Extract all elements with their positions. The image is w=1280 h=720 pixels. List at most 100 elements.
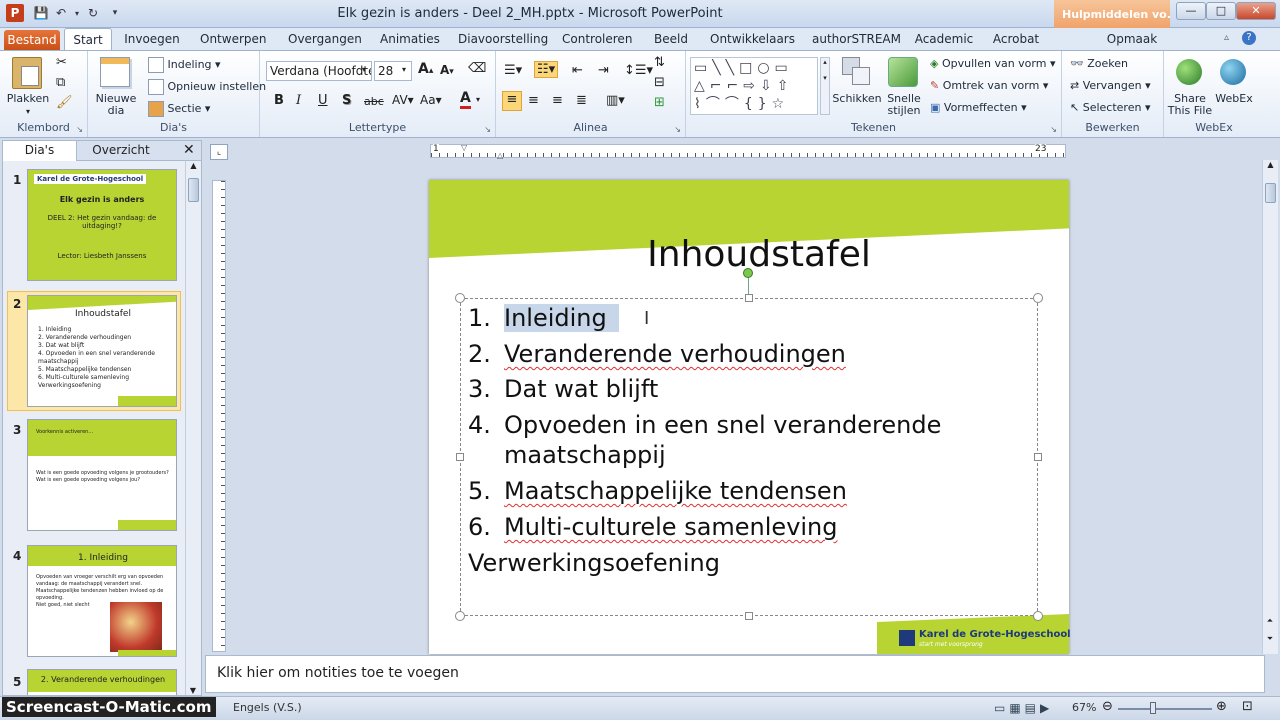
next-slide-icon[interactable]: ⏷ bbox=[1263, 634, 1277, 644]
resize-handle-t[interactable] bbox=[745, 294, 753, 302]
close-panel-icon[interactable]: ✕ bbox=[183, 142, 195, 158]
shape-outline-button[interactable]: ✎ Omtrek van vorm ▾ bbox=[930, 79, 1048, 92]
zoom-out-icon[interactable]: ⊖ bbox=[1102, 699, 1113, 714]
reset-button[interactable]: Opnieuw instellen bbox=[148, 79, 266, 95]
list-item[interactable]: 5. Maatschappelijke tendensen bbox=[468, 476, 847, 506]
bullets-icon[interactable]: ☰▾ bbox=[504, 63, 522, 78]
webex-button[interactable]: WebEx bbox=[1214, 93, 1254, 105]
paste-dropdown-icon[interactable]: ▾ bbox=[26, 107, 30, 116]
context-tab-tools[interactable]: Hulpmiddelen vo... bbox=[1054, 0, 1170, 28]
slides-scroll-thumb[interactable] bbox=[188, 178, 199, 202]
vertical-ruler[interactable] bbox=[212, 180, 226, 652]
tab-academic[interactable]: Academic bbox=[914, 28, 974, 50]
list-item[interactable]: 1. Inleiding bbox=[468, 303, 619, 333]
slide-thumbnail-4[interactable]: 1. Inleiding Opvoeden van vroeger versch… bbox=[27, 545, 177, 657]
list-item-continuation[interactable]: maatschappij bbox=[504, 440, 666, 470]
text-direction-icon[interactable]: ⇅ bbox=[654, 55, 665, 70]
dialog-launcher-icon[interactable]: ↘ bbox=[76, 125, 83, 134]
slides-panel-scrollbar[interactable]: ▲ ▼ bbox=[185, 161, 201, 695]
rotation-handle[interactable] bbox=[743, 268, 753, 278]
justify-icon[interactable]: ≣ bbox=[576, 93, 587, 108]
new-slide-button[interactable]: Nieuwe dia bbox=[90, 93, 142, 117]
arrange-icon[interactable] bbox=[842, 57, 872, 87]
line-spacing-icon[interactable]: ↕☰▾ bbox=[624, 63, 653, 78]
scroll-up-icon[interactable]: ▲ bbox=[186, 161, 201, 170]
change-case-icon[interactable]: Aa▾ bbox=[420, 93, 442, 107]
horizontal-ruler[interactable]: 1 23 ▽ △ bbox=[430, 143, 1066, 160]
tab-slides[interactable]: Dia's bbox=[3, 141, 77, 161]
tab-beeld[interactable]: Beeld bbox=[652, 28, 690, 50]
list-item[interactable]: 2. Veranderende verhoudingen bbox=[468, 339, 846, 369]
minimize-ribbon-icon[interactable]: ▵ bbox=[1224, 32, 1229, 43]
help-icon[interactable]: ? bbox=[1242, 31, 1256, 45]
char-spacing-icon[interactable]: AV▾ bbox=[392, 93, 414, 107]
font-color-icon[interactable]: A bbox=[460, 91, 471, 109]
replace-button[interactable]: ⇄ Vervangen ▾ bbox=[1070, 79, 1151, 92]
arrange-button[interactable]: Schikken bbox=[832, 93, 882, 105]
shapes-gallery[interactable]: ▭╲╲□○▭ △⌐⌐⇨⇩⇧ ⌇⌒⌒{}☆ bbox=[690, 57, 818, 115]
drawing-dialog-launcher-icon[interactable]: ↘ bbox=[1050, 125, 1057, 134]
grow-font-icon[interactable]: A▴ bbox=[418, 61, 433, 77]
list-item-extra[interactable]: Verwerkingsoefening bbox=[468, 548, 720, 578]
cut-icon[interactable]: ✂ bbox=[56, 55, 67, 70]
tab-start[interactable]: Start bbox=[64, 28, 112, 50]
editor-scroll-thumb[interactable] bbox=[1265, 183, 1276, 203]
scroll-down-icon[interactable]: ▼ bbox=[186, 686, 200, 695]
tab-invoegen[interactable]: Invoegen bbox=[124, 28, 180, 50]
font-dialog-launcher-icon[interactable]: ↘ bbox=[484, 125, 491, 134]
tab-animaties[interactable]: Animaties bbox=[380, 28, 440, 50]
tab-overgangen[interactable]: Overgangen bbox=[288, 28, 362, 50]
list-item[interactable]: 4. Opvoeden in een snel veranderende bbox=[468, 410, 941, 440]
numbering-icon[interactable]: ☷▾ bbox=[534, 61, 559, 78]
editor-scrollbar[interactable]: ▲ ⏶ ⏷ bbox=[1262, 160, 1278, 654]
shapes-scroll[interactable]: ▴ ▾ bbox=[820, 57, 830, 115]
shape-fill-button[interactable]: ◈ Opvullen van vorm ▾ bbox=[930, 57, 1055, 70]
font-name-field[interactable]: Verdana (Hoofdte bbox=[266, 61, 372, 81]
maximize-button[interactable]: □ bbox=[1206, 2, 1236, 20]
tab-outline[interactable]: Overzicht bbox=[81, 141, 161, 161]
tab-controleren[interactable]: Controleren bbox=[562, 28, 632, 50]
decrease-indent-icon[interactable]: ⇤ bbox=[572, 63, 583, 78]
prev-slide-icon[interactable]: ⏶ bbox=[1263, 616, 1277, 626]
zoom-slider-thumb[interactable] bbox=[1150, 702, 1156, 714]
tab-acrobat[interactable]: Acrobat bbox=[992, 28, 1040, 50]
section-button[interactable]: Sectie ▾ bbox=[148, 101, 210, 117]
underline-icon[interactable]: U bbox=[318, 93, 328, 108]
paste-icon[interactable] bbox=[12, 57, 42, 89]
view-buttons[interactable]: ▭▦▤▶ bbox=[994, 701, 1053, 715]
resize-handle-tr[interactable] bbox=[1033, 293, 1043, 303]
language-indicator[interactable]: Engels (V.S.) bbox=[233, 701, 302, 714]
find-button[interactable]: 👓 Zoeken bbox=[1070, 57, 1128, 70]
share-file-icon[interactable] bbox=[1176, 59, 1202, 85]
zoom-slider-track[interactable] bbox=[1118, 708, 1212, 710]
resize-handle-r[interactable] bbox=[1034, 453, 1042, 461]
resize-handle-tl[interactable] bbox=[455, 293, 465, 303]
resize-handle-b[interactable] bbox=[745, 612, 753, 620]
new-slide-icon[interactable] bbox=[100, 57, 130, 87]
slide-thumbnail-2[interactable]: Inhoudstafel 1. Inleiding 2. Veranderend… bbox=[27, 295, 177, 407]
italic-icon[interactable]: I bbox=[296, 93, 301, 108]
tab-file[interactable]: Bestand bbox=[4, 30, 60, 50]
shape-effects-button[interactable]: ▣ Vormeffecten ▾ bbox=[930, 101, 1027, 114]
layout-button[interactable]: Indeling ▾ bbox=[148, 57, 221, 73]
align-text-icon[interactable]: ⊟ bbox=[654, 75, 665, 90]
tab-ontwikkelaars[interactable]: Ontwikkelaars bbox=[710, 28, 795, 50]
paragraph-dialog-launcher-icon[interactable]: ↘ bbox=[674, 125, 681, 134]
paste-button[interactable]: Plakken bbox=[4, 93, 52, 105]
tab-ontwerpen[interactable]: Ontwerpen bbox=[200, 28, 267, 50]
quick-styles-button[interactable]: Snelle stijlen bbox=[882, 93, 926, 117]
select-button[interactable]: ↖ Selecteren ▾ bbox=[1070, 101, 1150, 114]
tab-opmaak[interactable]: Opmaak bbox=[1100, 28, 1164, 50]
editor-scroll-up-icon[interactable]: ▲ bbox=[1263, 160, 1278, 169]
list-item[interactable]: 3. Dat wat blijft bbox=[468, 374, 658, 404]
clear-format-icon[interactable]: ⌫ bbox=[468, 61, 486, 76]
columns-icon[interactable]: ▥▾ bbox=[606, 93, 625, 108]
font-color-dropdown-icon[interactable]: ▾ bbox=[476, 95, 480, 104]
slide-thumbnail-5[interactable]: 2. Veranderende verhoudingen bbox=[27, 669, 177, 695]
slide-thumbnail-3[interactable]: Voorkennis activeren... Wat is een goede… bbox=[27, 419, 177, 531]
zoom-in-icon[interactable]: ⊕ bbox=[1216, 699, 1227, 714]
bold-icon[interactable]: B bbox=[274, 93, 284, 108]
first-line-indent-marker[interactable]: ▽ bbox=[461, 143, 467, 152]
webex-icon[interactable] bbox=[1220, 59, 1246, 85]
strikethrough-icon[interactable]: abc bbox=[364, 95, 384, 108]
